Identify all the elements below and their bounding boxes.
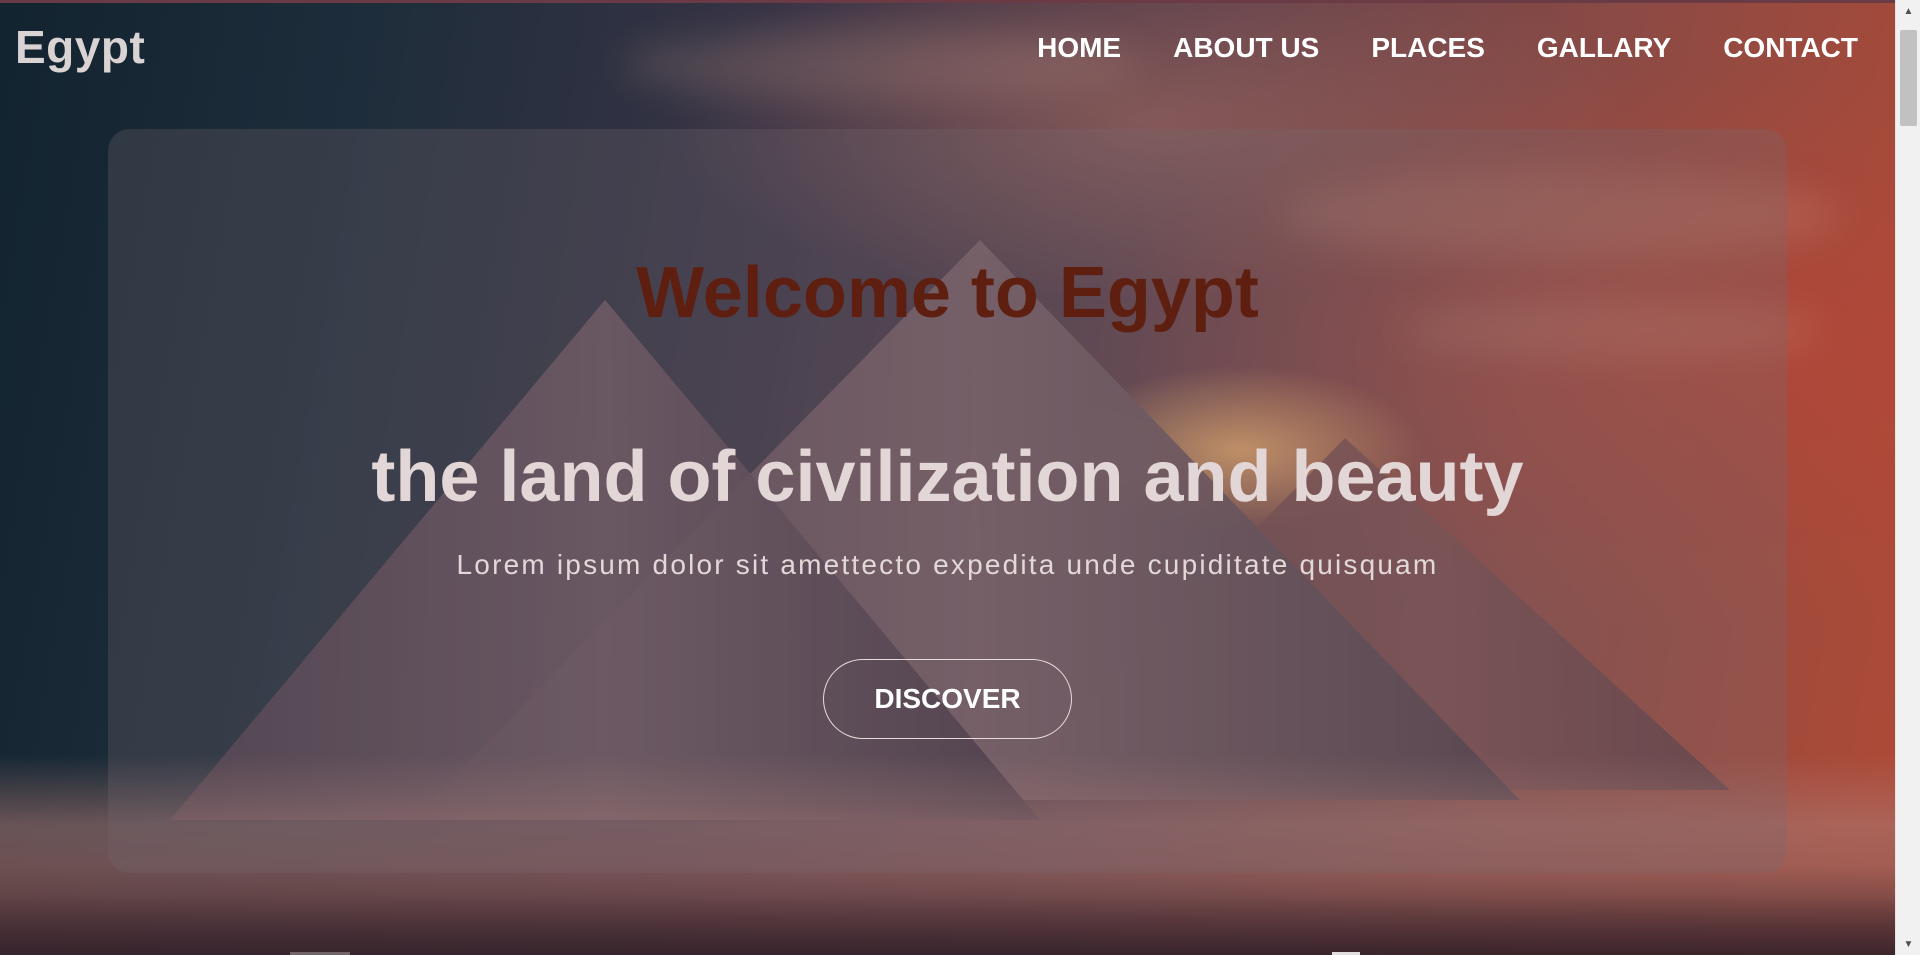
discover-button[interactable]: DISCOVER (823, 659, 1072, 739)
scroll-down-arrow[interactable]: ▼ (1896, 933, 1920, 955)
hero-card: Welcome to Egypt the land of civilizatio… (108, 129, 1787, 873)
nav-about-us[interactable]: ABOUT US (1173, 32, 1319, 64)
triangle-down-icon: ▼ (1903, 938, 1914, 950)
hero-description: Lorem ipsum dolor sit amettecto expedita… (456, 549, 1439, 580)
nav-home[interactable]: HOME (1037, 32, 1121, 64)
main-nav: HOME ABOUT US PLACES GALLARY CONTACT (985, 32, 1858, 64)
scroll-thumb[interactable] (1900, 30, 1917, 126)
vertical-scrollbar[interactable]: ▲ ▼ (1895, 0, 1920, 955)
nav-contact[interactable]: CONTACT (1723, 32, 1858, 64)
nav-places[interactable]: PLACES (1371, 32, 1485, 64)
welcome-heading: Welcome to Egypt (636, 253, 1259, 333)
bottom-shade (0, 865, 1895, 955)
top-accent-line (0, 0, 1895, 3)
site-header: Egypt HOME ABOUT US PLACES GALLARY CONTA… (0, 0, 1895, 100)
triangle-up-icon: ▲ (1903, 5, 1914, 17)
page-viewport: Egypt HOME ABOUT US PLACES GALLARY CONTA… (0, 0, 1895, 955)
tagline-heading: the land of civilization and beauty (371, 437, 1524, 517)
scroll-up-arrow[interactable]: ▲ (1896, 0, 1920, 22)
site-logo[interactable]: Egypt (15, 20, 145, 74)
nav-gallary[interactable]: GALLARY (1537, 32, 1671, 64)
